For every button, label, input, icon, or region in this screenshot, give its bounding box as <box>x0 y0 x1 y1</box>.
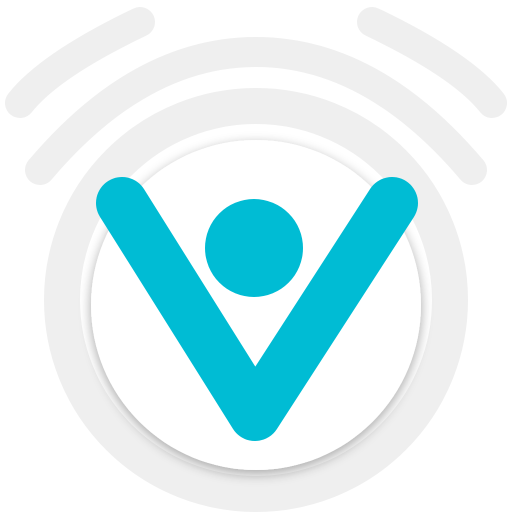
v-person-signal-logo-icon <box>5 7 507 512</box>
person-head-icon <box>205 199 303 297</box>
app-logo <box>0 0 512 512</box>
